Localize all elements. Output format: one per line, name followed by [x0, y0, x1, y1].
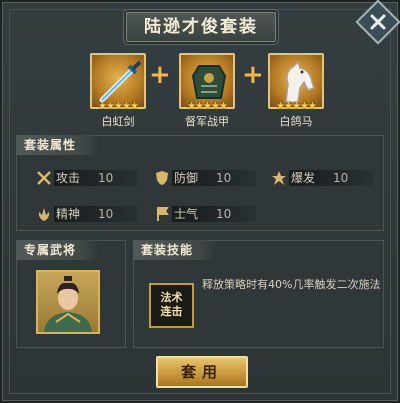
attribute-spirit: 精神 10: [36, 205, 146, 223]
attribute-name: 爆发: [291, 171, 316, 185]
attribute-attack: 攻击 10: [36, 169, 146, 187]
section-title: 套装属性: [16, 135, 99, 155]
close-icon: [370, 14, 386, 30]
attribute-name: 攻击: [56, 171, 81, 185]
attribute-defense: 防御 10: [154, 169, 264, 187]
plus-icon: +: [149, 60, 171, 90]
attribute-name: 精神: [56, 207, 81, 221]
attribute-burst: 爆发 10: [271, 169, 381, 187]
attribute-value: 10: [98, 171, 114, 185]
item-slot-armor[interactable]: ★★★★★: [179, 53, 235, 112]
spirit-icon: [38, 208, 50, 221]
attack-icon: [37, 171, 51, 185]
item-name: 白虹剑: [101, 115, 135, 128]
dialog-title: 陆逊才俊套装: [126, 12, 276, 42]
attribute-name: 士气: [174, 207, 199, 221]
attribute-value: 10: [216, 207, 232, 221]
attribute-name: 防御: [174, 171, 199, 185]
attribute-value: 10: [98, 207, 114, 221]
section-title: 套装技能: [133, 240, 216, 260]
item-slot-sword[interactable]: ★★★★★: [90, 53, 146, 112]
item-stars: ★★★★★: [98, 101, 139, 112]
plus-icon: +: [242, 60, 264, 90]
attribute-morale: 士气 10: [154, 205, 264, 223]
skill-icon[interactable]: 法术 连击: [149, 283, 194, 328]
defense-icon: [156, 171, 168, 185]
sword-icon: [99, 60, 142, 103]
general-avatar-icon: [44, 276, 92, 332]
horse-icon: [285, 60, 315, 103]
attribute-value: 10: [333, 171, 349, 185]
section-title: 专属武将: [16, 240, 99, 260]
armor-icon: [191, 65, 227, 99]
apply-button[interactable]: 套用: [156, 356, 248, 388]
attribute-value: 10: [216, 171, 232, 185]
item-stars: ★★★★★: [187, 101, 228, 112]
item-stars: ★★★★★: [276, 101, 317, 112]
item-name: 督军战甲: [185, 115, 229, 128]
general-portrait[interactable]: [36, 270, 100, 334]
item-slot-horse[interactable]: ★★★★★: [268, 53, 324, 112]
item-name: 白鸽马: [279, 115, 313, 128]
skill-description: 释放策略时有40%几率触发二次施法: [202, 278, 381, 291]
morale-icon: [157, 207, 169, 221]
burst-icon: [272, 171, 286, 185]
